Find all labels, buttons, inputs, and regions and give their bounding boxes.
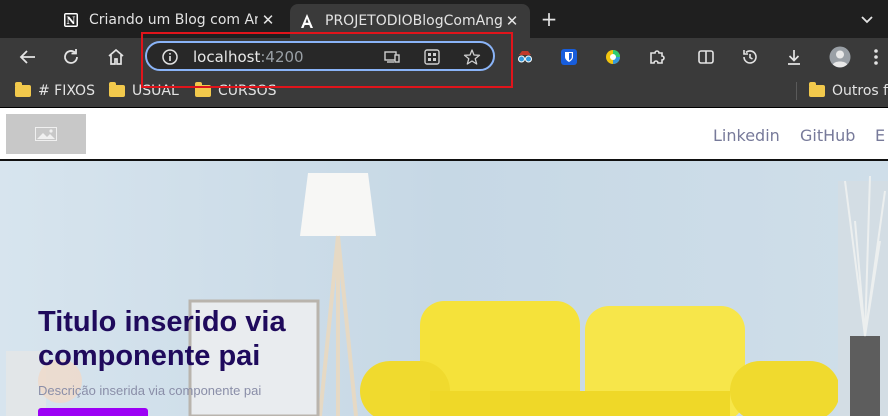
bookmark-label: USUAL <box>132 83 179 99</box>
bookmark-cursos[interactable]: CURSOS <box>195 81 277 101</box>
download-icon[interactable] <box>781 44 807 70</box>
svg-text:N: N <box>66 16 75 27</box>
hero-title: Titulo inserido via componente pai <box>38 306 286 372</box>
nav-link-e[interactable]: E <box>875 126 885 145</box>
spy-glasses-icon[interactable] <box>512 44 538 70</box>
hero-description: Descrição inserida via componente pai <box>38 383 262 398</box>
browser-toolbar: localhost:4200 <box>0 38 888 76</box>
url-host: localhost <box>193 48 261 66</box>
site-header: Linkedin GitHub E <box>0 108 888 161</box>
hero-cta-button[interactable] <box>38 408 148 416</box>
site-info-icon[interactable] <box>161 48 179 70</box>
hero-banner: Titulo inserido via componente pai Descr… <box>0 161 888 416</box>
tab-criando-blog[interactable]: N Criando um Blog com Angular ✕ <box>54 6 286 34</box>
history-icon[interactable] <box>737 44 763 70</box>
address-bar[interactable]: localhost:4200 <box>145 41 495 71</box>
bookmark-label: Outros f <box>832 83 888 99</box>
cast-device-icon[interactable] <box>383 48 401 66</box>
tab-title: Criando um Blog com Angular <box>89 12 258 28</box>
color-picker-icon[interactable] <box>600 44 626 70</box>
home-icon[interactable] <box>103 44 129 70</box>
hero-text: Titulo inserido via componente pai Descr… <box>38 305 358 398</box>
folder-icon <box>109 82 125 97</box>
bookmarks-divider <box>796 82 797 100</box>
web-page: Linkedin GitHub E Titulo inserido via co… <box>0 108 888 416</box>
back-arrow-icon[interactable] <box>15 44 41 70</box>
split-view-icon[interactable] <box>693 44 719 70</box>
reload-icon[interactable] <box>58 44 84 70</box>
angular-icon <box>299 13 315 29</box>
url-port: :4200 <box>260 48 304 66</box>
window-chevron-icon[interactable] <box>858 10 876 28</box>
bitwarden-shield-icon[interactable] <box>556 44 582 70</box>
tab-close-icon[interactable]: ✕ <box>258 11 278 29</box>
bookmark-label: # FIXOS <box>38 83 95 99</box>
folder-icon <box>809 82 825 97</box>
tab-title: PROJETODIOBlogComAngular <box>325 13 502 29</box>
logo-image-placeholder[interactable] <box>6 114 86 154</box>
bookmark-fixos[interactable]: # FIXOS <box>15 81 95 101</box>
puzzle-extensions-icon[interactable] <box>644 44 670 70</box>
bookmarks-bar: # FIXOS USUAL CURSOS Outros f <box>0 76 888 108</box>
folder-icon <box>195 82 211 97</box>
tab-strip: N Criando um Blog com Angular ✕ PROJETOD… <box>0 0 888 38</box>
bookmark-label: CURSOS <box>218 83 277 99</box>
apps-grid-icon[interactable] <box>423 48 441 66</box>
profile-avatar-icon[interactable] <box>827 44 853 70</box>
bookmark-usual[interactable]: USUAL <box>109 81 179 101</box>
menu-more-icon[interactable] <box>866 44 886 70</box>
notion-icon: N <box>63 12 79 28</box>
tab-close-icon[interactable]: ✕ <box>502 12 522 30</box>
new-tab-plus-icon[interactable]: + <box>538 8 560 30</box>
nav-link-github[interactable]: GitHub <box>800 126 855 145</box>
bookmark-star-icon[interactable] <box>463 48 481 66</box>
nav-link-linkedin[interactable]: Linkedin <box>713 126 780 145</box>
tab-projeto-blog[interactable]: PROJETODIOBlogComAngular ✕ <box>290 4 530 38</box>
url-text: localhost:4200 <box>193 48 304 66</box>
bookmark-outros[interactable]: Outros f <box>809 81 888 101</box>
folder-icon <box>15 82 31 97</box>
